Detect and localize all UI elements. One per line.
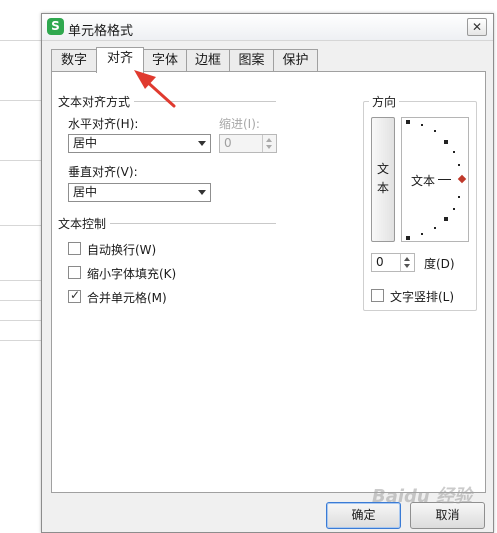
grid-line xyxy=(0,100,42,101)
chevron-down-icon xyxy=(198,190,206,195)
dial-mark xyxy=(444,217,448,221)
checkmark-icon: ✓ xyxy=(70,288,81,302)
degree-spin-buttons[interactable] xyxy=(400,254,414,271)
indent-value: 0 xyxy=(224,136,232,150)
dial-mark xyxy=(434,130,436,132)
degree-value: 0 xyxy=(376,255,384,269)
dial-indicator-line xyxy=(438,179,451,180)
vertical-text-button[interactable]: 文 本 xyxy=(371,117,395,242)
tab-alignment[interactable]: 对齐 xyxy=(96,47,144,73)
close-button[interactable]: ✕ xyxy=(467,18,487,36)
shrink-to-fit-label: 缩小字体填充(K) xyxy=(87,267,177,281)
vertical-text-button-label: 文 本 xyxy=(376,162,389,195)
vertical-layout-label: 文字竖排(L) xyxy=(390,290,455,304)
vertical-align-value: 居中 xyxy=(73,185,98,199)
dialog-titlebar[interactable]: S 单元格格式 ✕ xyxy=(42,14,493,41)
dial-mark xyxy=(406,236,410,240)
grid-line xyxy=(0,40,42,41)
dial-mark xyxy=(406,120,410,124)
tab-font[interactable]: 字体 xyxy=(143,49,187,72)
merge-cells-label: 合并单元格(M) xyxy=(87,291,167,305)
dial-mark xyxy=(421,233,423,235)
dial-text-label: 文本 xyxy=(411,174,436,188)
horizontal-align-label: 水平对齐(H): xyxy=(68,117,139,131)
baidu-watermark: Baidu 经验 xyxy=(372,486,473,507)
grid-line xyxy=(0,280,42,281)
degree-stepper[interactable]: 0 xyxy=(371,253,415,272)
vertical-align-label: 垂直对齐(V): xyxy=(68,165,138,179)
horizontal-align-select[interactable]: 居中 xyxy=(68,134,211,153)
app-logo-icon: S xyxy=(47,18,64,35)
orientation-section-title: 方向 xyxy=(369,93,400,110)
dial-pointer-icon[interactable] xyxy=(457,174,467,184)
grid-line xyxy=(0,300,42,301)
grid-line xyxy=(0,320,42,321)
grid-line xyxy=(0,160,42,161)
dial-mark xyxy=(458,164,460,166)
indent-stepper[interactable]: 0 xyxy=(219,134,277,153)
vertical-layout-checkbox[interactable] xyxy=(371,289,384,302)
orientation-dial[interactable]: 文本 xyxy=(401,117,469,242)
spin-down-icon xyxy=(266,145,272,149)
dial-mark xyxy=(434,227,436,229)
dial-mark xyxy=(453,208,455,210)
tab-protection[interactable]: 保护 xyxy=(273,49,318,72)
tab-border[interactable]: 边框 xyxy=(186,49,230,72)
dial-mark xyxy=(421,124,423,126)
wrap-text-checkbox[interactable] xyxy=(68,242,81,255)
text-control-section-title: 文本控制 xyxy=(58,215,111,232)
dial-mark xyxy=(458,196,460,198)
grid-line xyxy=(0,225,42,226)
dial-mark xyxy=(444,140,448,144)
dial-mark xyxy=(453,151,455,153)
spin-up-icon xyxy=(266,138,272,142)
indent-label: 缩进(I): xyxy=(219,117,260,131)
shrink-to-fit-checkbox[interactable] xyxy=(68,266,81,279)
tab-pattern[interactable]: 图案 xyxy=(229,49,274,72)
horizontal-align-value: 居中 xyxy=(73,136,98,150)
dialog-title: 单元格格式 xyxy=(68,24,134,39)
spin-down-icon xyxy=(404,264,410,268)
merge-cells-checkbox[interactable]: ✓ xyxy=(68,288,81,303)
alignment-panel: 文本对齐方式 水平对齐(H): 居中 缩进(I): 0 垂直对齐(V): 居中 … xyxy=(51,71,486,493)
grid-line xyxy=(0,340,42,341)
spin-up-icon xyxy=(404,257,410,261)
text-alignment-section-title: 文本对齐方式 xyxy=(58,93,135,110)
vertical-align-select[interactable]: 居中 xyxy=(68,183,211,202)
indent-spin-buttons[interactable] xyxy=(262,135,276,152)
degree-label: 度(D) xyxy=(424,257,455,271)
chevron-down-icon xyxy=(198,141,206,146)
cell-format-dialog: S 单元格格式 ✕ 数字 对齐 字体 边框 图案 保护 文本对齐方式 水平对齐(… xyxy=(41,13,494,533)
wrap-text-label: 自动换行(W) xyxy=(87,243,157,257)
tab-number[interactable]: 数字 xyxy=(51,49,97,72)
